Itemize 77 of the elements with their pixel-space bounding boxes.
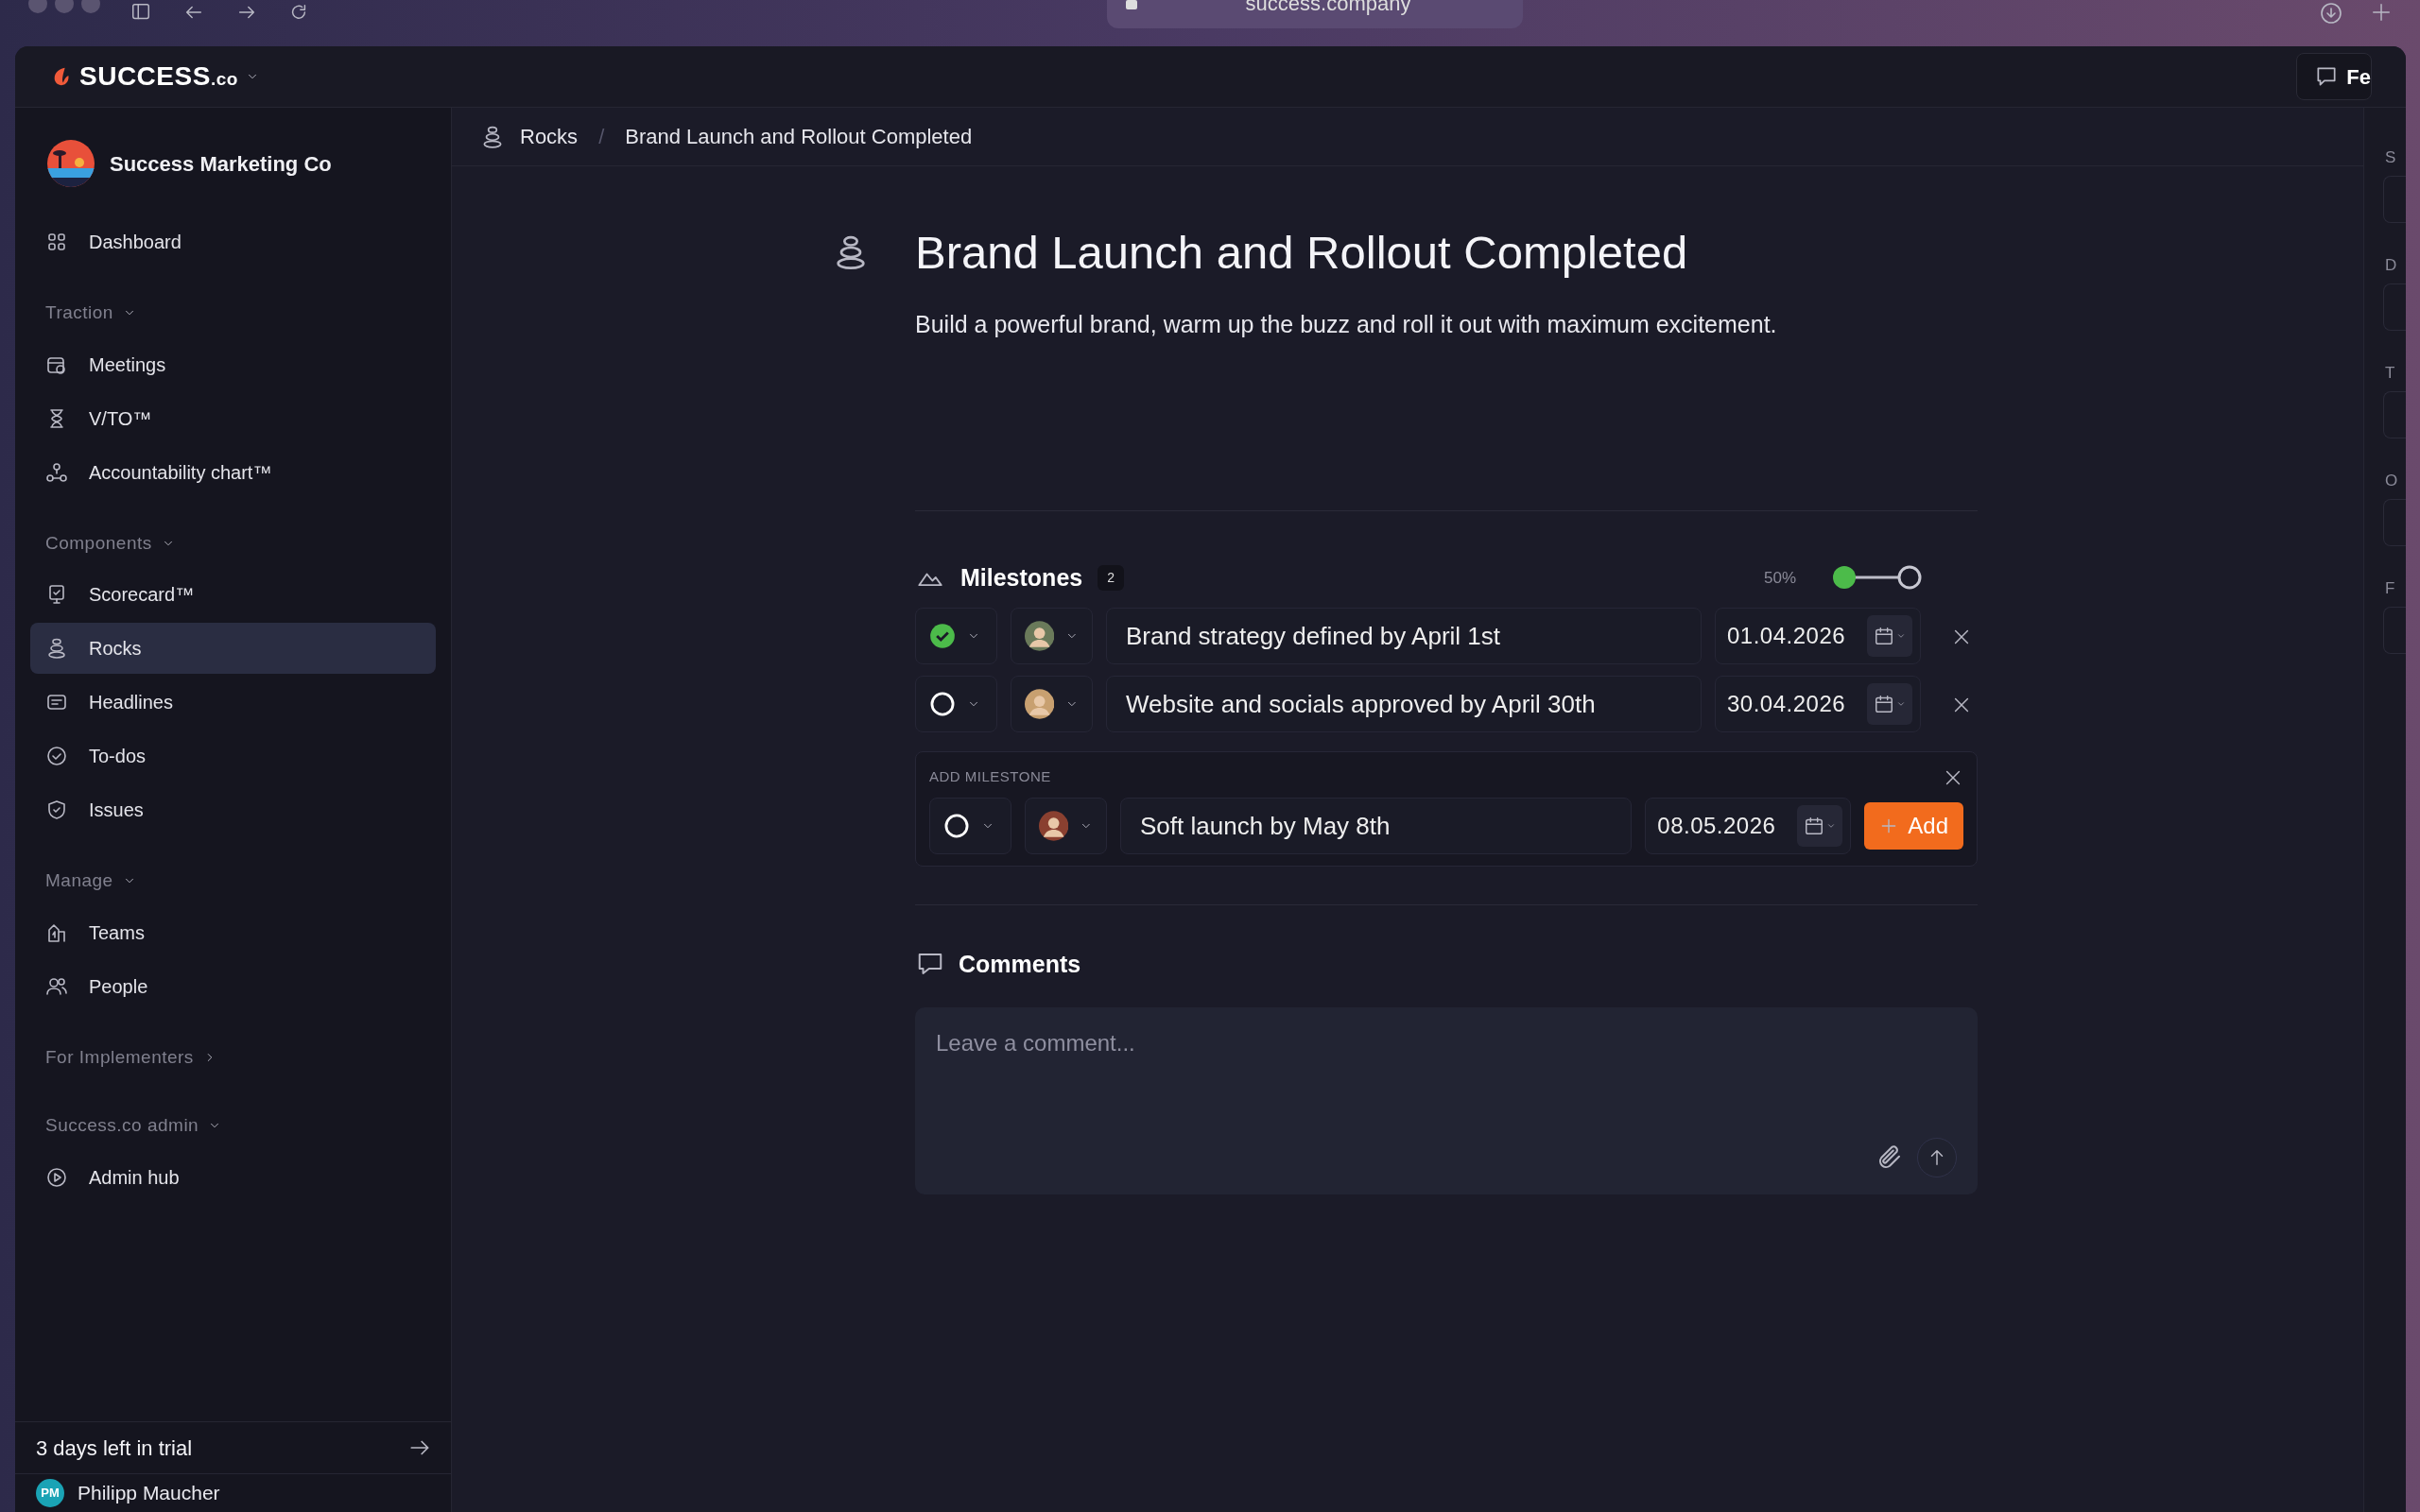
check-circle-icon: [929, 623, 956, 650]
assignee-dropdown[interactable]: [1011, 676, 1093, 733]
page-title: Brand Launch and Rollout Completed: [915, 226, 1688, 280]
trial-banner[interactable]: 3 days left in trial: [15, 1421, 451, 1474]
sidebar-item[interactable]: Teams: [30, 906, 436, 958]
sidebar-item[interactable]: Rocks: [30, 623, 436, 674]
progress-text: 50%: [1763, 567, 1796, 589]
brand-logo-text: SUCCESS.co: [79, 60, 238, 93]
empty-circle-icon: [929, 691, 956, 718]
calendar-button[interactable]: [1797, 805, 1843, 848]
download-icon: [2320, 2, 2342, 25]
empty-circle-icon: [943, 813, 970, 840]
sidebar-item[interactable]: Meetings: [30, 338, 436, 390]
calendar-button[interactable]: [1867, 683, 1912, 726]
sidebar-item[interactable]: People: [30, 960, 436, 1012]
breadcrumb-link[interactable]: Brand Launch and Rollout Completed: [625, 121, 973, 152]
calendar-icon: [1804, 816, 1825, 837]
comment-field[interactable]: Leave a comment...: [915, 1007, 1978, 1195]
milestone-title-field[interactable]: Brand strategy defined by April 1st: [1106, 608, 1702, 665]
sidebar-section-header[interactable]: Success.co admin: [45, 1107, 451, 1145]
milestone-title-field[interactable]: Soft launch by May 8th: [1120, 798, 1633, 855]
status-dropdown[interactable]: [929, 798, 1011, 855]
calendar-icon: [1874, 626, 1894, 647]
form-label: ADD MILESTONE: [929, 767, 1051, 787]
address-bar[interactable]: success.company: [1107, 0, 1523, 28]
grid-icon: [45, 231, 68, 253]
count-badge: 2: [1098, 564, 1124, 591]
person-avatar: [1025, 689, 1055, 720]
date-field[interactable]: 01.04.2026: [1727, 619, 1859, 654]
date-picker[interactable]: 01.04.2026: [1715, 608, 1921, 665]
sidebar-item[interactable]: Accountability chart™: [30, 446, 436, 498]
calendar-button[interactable]: [1867, 615, 1912, 658]
date-field[interactable]: 30.04.2026: [1727, 687, 1859, 722]
field-label: D: [2384, 255, 2398, 276]
sidebar-item[interactable]: V/TO™: [30, 392, 436, 444]
company-avatar: [47, 140, 95, 187]
shield-icon: [45, 799, 68, 821]
person-avatar: [1025, 621, 1055, 652]
date-picker[interactable]: 08.05.2026: [1645, 798, 1852, 855]
sidebar-section-header[interactable]: For Implementers: [45, 1038, 451, 1076]
send-button[interactable]: [1917, 1138, 1957, 1178]
date-picker[interactable]: 30.04.2026: [1715, 676, 1921, 733]
field-label: O: [2384, 471, 2399, 491]
milestone-title-field[interactable]: Website and socials approved by April 30th: [1106, 676, 1702, 733]
status-dropdown[interactable]: [915, 676, 997, 733]
field-label: S: [2384, 147, 2397, 168]
feedback-button[interactable]: Fe: [2296, 53, 2372, 100]
sidebar-section-header[interactable]: Components: [45, 524, 451, 562]
section-title: Milestones: [960, 562, 1083, 593]
rocks-icon: [45, 637, 68, 660]
lock-icon: [1126, 0, 1137, 9]
sidebar-section-header[interactable]: Traction: [45, 294, 451, 333]
sidebar-item[interactable]: Admin hub: [30, 1151, 436, 1203]
breadcrumb-separator: /: [598, 124, 605, 150]
plus-icon: [2371, 2, 2392, 23]
check-circle-icon: [45, 745, 68, 767]
section-title: Comments: [959, 949, 1081, 979]
assignee-dropdown[interactable]: [1011, 608, 1093, 665]
field-label: F: [2384, 578, 2396, 599]
calendar-icon: [1874, 694, 1894, 715]
breadcrumb-link[interactable]: Rocks: [480, 121, 579, 152]
nodes-icon: [45, 460, 68, 484]
user-name: Philipp Maucher: [78, 1481, 220, 1506]
field-label: T: [2384, 363, 2396, 384]
user-avatar: PM: [36, 1479, 64, 1507]
sidebar-item[interactable]: Scorecard™: [30, 569, 436, 620]
sidebar-item[interactable]: Headlines: [30, 677, 436, 728]
status-dropdown[interactable]: [915, 608, 997, 665]
sidebar-item[interactable]: Dashboard: [30, 216, 436, 267]
sidebar-section-header[interactable]: Manage: [45, 862, 451, 901]
person-avatar: [1039, 811, 1069, 842]
sidebar-item[interactable]: To-dos: [30, 730, 436, 782]
description-text: Build a powerful brand, warm up the buzz and roll it out with maximum excitement.: [915, 309, 1778, 339]
assignee-dropdown[interactable]: [1025, 798, 1107, 855]
date-field[interactable]: 08.05.2026: [1657, 809, 1790, 844]
sidebar-item[interactable]: Issues: [30, 784, 436, 835]
organization-name: Success Marketing Co: [110, 150, 332, 178]
